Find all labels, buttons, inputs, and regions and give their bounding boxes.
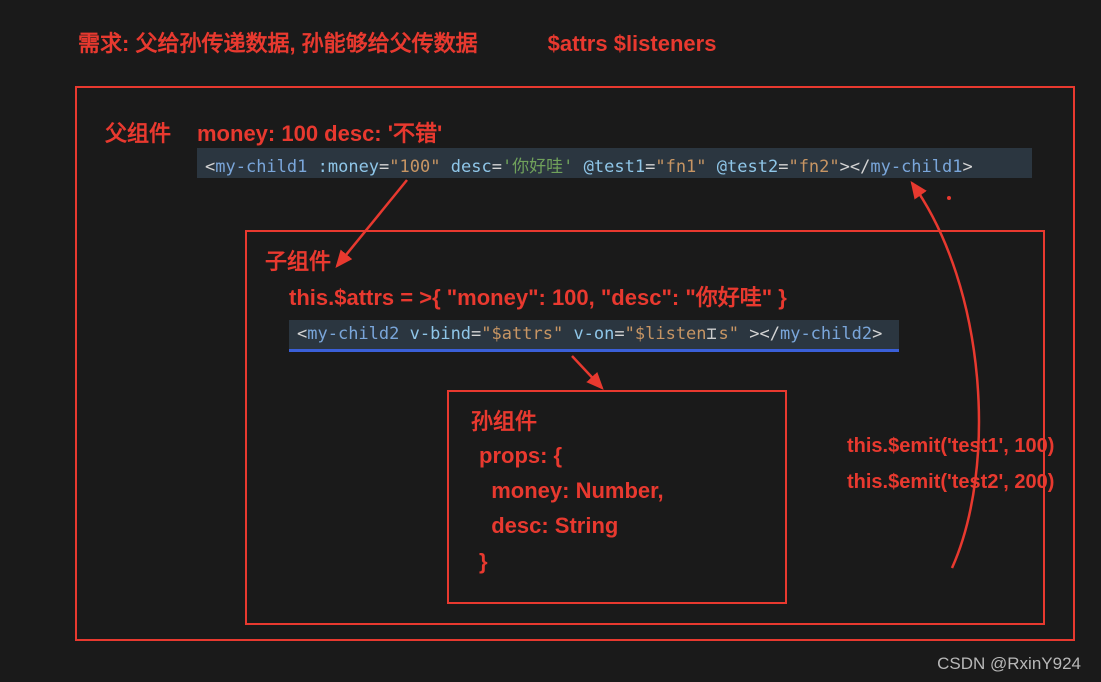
dot-mark <box>947 196 951 200</box>
requirement-text: 需求: 父给孙传递数据, 孙能够给父传数据 <box>78 26 478 58</box>
child-code-snippet: <my-child2 v-bind="$attrs" v-on="$listen… <box>289 320 899 352</box>
child-attrs-line: this.$attrs = >{ "money": 100, "desc": "… <box>289 280 787 312</box>
emit-line-2: this.$emit('test2', 200) <box>847 464 1054 500</box>
parent-data: money: 100 desc: '不错' <box>197 116 442 148</box>
parent-component-box: 父组件 money: 100 desc: '不错' <my-child1 :mo… <box>75 86 1075 641</box>
emit-block: this.$emit('test1', 100) this.$emit('tes… <box>847 428 1054 500</box>
emit-line-1: this.$emit('test1', 100) <box>847 428 1054 464</box>
parent-code-snippet: <my-child1 :money="100" desc='你好哇' @test… <box>197 148 1032 178</box>
child-label: 子组件 <box>265 244 331 276</box>
text-cursor-icon: ⌶ <box>707 324 719 340</box>
header-tags: $attrs $listeners <box>548 31 717 57</box>
grandchild-component-box: 孙组件 props: { money: Number, desc: String… <box>447 390 787 604</box>
grandchild-props: props: { money: Number, desc: String } <box>479 438 664 579</box>
grandchild-label: 孙组件 <box>471 404 537 436</box>
watermark: CSDN @RxinY924 <box>937 654 1081 674</box>
parent-label: 父组件 <box>105 116 171 148</box>
